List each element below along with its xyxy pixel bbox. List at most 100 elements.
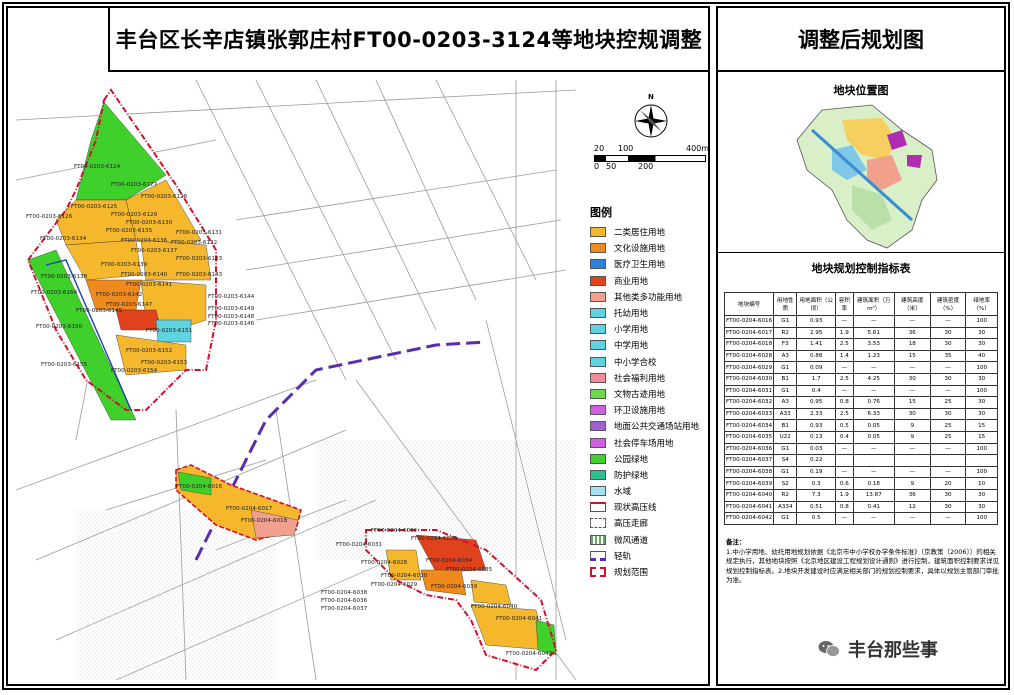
table-cell: U22 (773, 430, 798, 444)
table-cell: G1 (773, 442, 798, 456)
legend-label: 小学用地 (614, 325, 649, 336)
legend-item: 社会停车场用地 (590, 434, 715, 450)
table-cell: 30 (965, 488, 998, 502)
table-cell (893, 454, 931, 467)
table-cell: 7.3 (796, 488, 837, 502)
table-cell: FT00-0204-6040 (723, 488, 775, 502)
table-cell: 0.8 (835, 396, 854, 409)
table-cell: 18 (893, 338, 931, 351)
table-cell: 30 (965, 396, 998, 409)
table-row: FT00-0204-6034 B1 0.93 0.5 0.05 9 25 15 (723, 419, 998, 432)
table-cell: 0.51 (796, 500, 837, 514)
scale-label: 200 (638, 162, 654, 171)
parcel-label: FT00-0203-6153 (141, 360, 188, 366)
legend-label: 二类居住用地 (614, 228, 666, 239)
legend-item: 托幼用地 (590, 305, 715, 321)
table-cell: 0.6 (835, 477, 854, 490)
parcel-label: FT00-0203-6137 (131, 248, 178, 254)
table-cell: 30 (965, 407, 998, 421)
parcel-label: FT00-0203-6132 (171, 240, 217, 246)
north-label: N (648, 93, 654, 101)
parcel-label: FT00-0203-6148 (208, 314, 255, 320)
notes: 备注： 1.中小学用地、幼托用地规划依据《北京市中小学校办学条件标准》（京教策〔… (726, 538, 1002, 586)
legend-label: 中学用地 (614, 341, 649, 352)
legend-swatch (590, 340, 606, 351)
table-row: FT00-0204-6036 G1 0.03— — — —100 (723, 442, 998, 456)
legend-label: 现状高压线 (614, 503, 657, 514)
legend-swatch (590, 275, 606, 286)
parcel-label: FT00-0203-6151 (146, 328, 193, 334)
table-cell: 1.23 (852, 349, 895, 363)
parcel-label: FT00-0204-6030 (381, 573, 428, 579)
watermark: 丰台那些事 (818, 636, 938, 662)
parcel-label: FT00-0204-6036 (321, 598, 368, 604)
parcel-label: FT00-0204-6042 (506, 651, 552, 657)
parcel-label: FT00-0203-6140 (121, 272, 168, 278)
table-cell: 1.9 (835, 488, 854, 502)
parcel-label: FT00-0203-6149 (208, 306, 255, 312)
table-cell: — (929, 465, 967, 479)
legend-item: 文物古迹用地 (590, 386, 715, 402)
table-cell: — (929, 442, 967, 456)
legend-item: 防护绿地 (590, 467, 715, 483)
legend-label: 托幼用地 (614, 309, 649, 320)
table-row: FT00-0204-6029 G1 0.09— — — —100 (723, 361, 998, 374)
notes-title: 备注： (726, 538, 746, 546)
table-cell: 0.19 (796, 465, 837, 479)
watermark-text: 丰台那些事 (848, 640, 938, 661)
table-cell: 25 (929, 419, 967, 432)
section-divider (718, 252, 1004, 253)
parcel-label: FT00-0203-6142 (96, 292, 142, 298)
table-cell: 1.41 (796, 338, 837, 351)
table-cell: — (852, 512, 895, 525)
table-cell (852, 454, 895, 467)
table-cell: 12 (893, 500, 931, 514)
table-row: FT00-0204-6040 R2 7.3 1.9 13.87 36 30 30 (723, 488, 998, 502)
legend-swatch (590, 259, 606, 270)
parcel-label: FT00-0203-6131 (176, 230, 223, 236)
table-cell: — (835, 512, 854, 525)
legend-label: 中小学合校 (614, 357, 657, 368)
table-cell: A334 (773, 500, 798, 514)
legend-label: 文物古迹用地 (614, 389, 666, 400)
legend-swatch (590, 437, 606, 448)
table-cell: 5.61 (852, 326, 895, 340)
table-cell: — (929, 361, 967, 374)
table-cell: FT00-0204-6029 (723, 361, 775, 374)
table-cell: 100 (965, 361, 998, 374)
table-cell: 4.25 (852, 372, 895, 386)
table-cell: 0.41 (852, 500, 895, 514)
table-cell: 0.93 (796, 315, 837, 328)
legend-swatch (590, 518, 606, 529)
legend-label: 其他类多功能用地 (614, 292, 683, 303)
planning-map: FT00-0203-6124 FT00-0203-6177 FT00-0203-… (16, 80, 576, 680)
table-cell: 10 (965, 477, 998, 490)
table-cell: 35 (929, 349, 967, 363)
table-cell: — (852, 315, 895, 328)
table-cell: G1 (773, 465, 798, 479)
table-row: FT00-0204-6030 B1 1.7 2.5 4.25 30 30 30 (723, 372, 998, 386)
table-cell: 0.18 (852, 477, 895, 490)
legend-swatch (590, 469, 606, 480)
parcel-label: FT00-0204-6033 (411, 536, 458, 542)
table-cell: 0.13 (796, 430, 837, 444)
table-cell: FT00-0204-6030 (723, 372, 775, 386)
table-cell: — (893, 384, 931, 398)
table-cell: FT00-0204-6038 (723, 465, 775, 479)
legend-label: 医疗卫生用地 (614, 260, 666, 271)
table-cell: FT00-0204-6041 (723, 500, 775, 514)
parcel-label: FT00-0203-6146 (208, 321, 255, 327)
parcel-label: FT00-0204-6041 (496, 616, 543, 622)
table-cell: — (929, 384, 967, 398)
table-cell: 15 (965, 430, 998, 444)
parcel-label: FT00-0204-6017 (226, 506, 273, 512)
legend-label: 高压走廊 (614, 519, 649, 530)
table-cell: 0.8 (835, 500, 854, 514)
scale-label: 400m (686, 144, 710, 153)
table-cell: — (852, 384, 895, 398)
legend-label: 环卫设施用地 (614, 406, 666, 417)
legend-item: 社会福利用地 (590, 370, 715, 386)
table-title: 地块规划控制指标表 (811, 262, 911, 275)
table-header-cell: 建筑密度（%） (929, 292, 967, 316)
legend-swatch (590, 534, 606, 545)
